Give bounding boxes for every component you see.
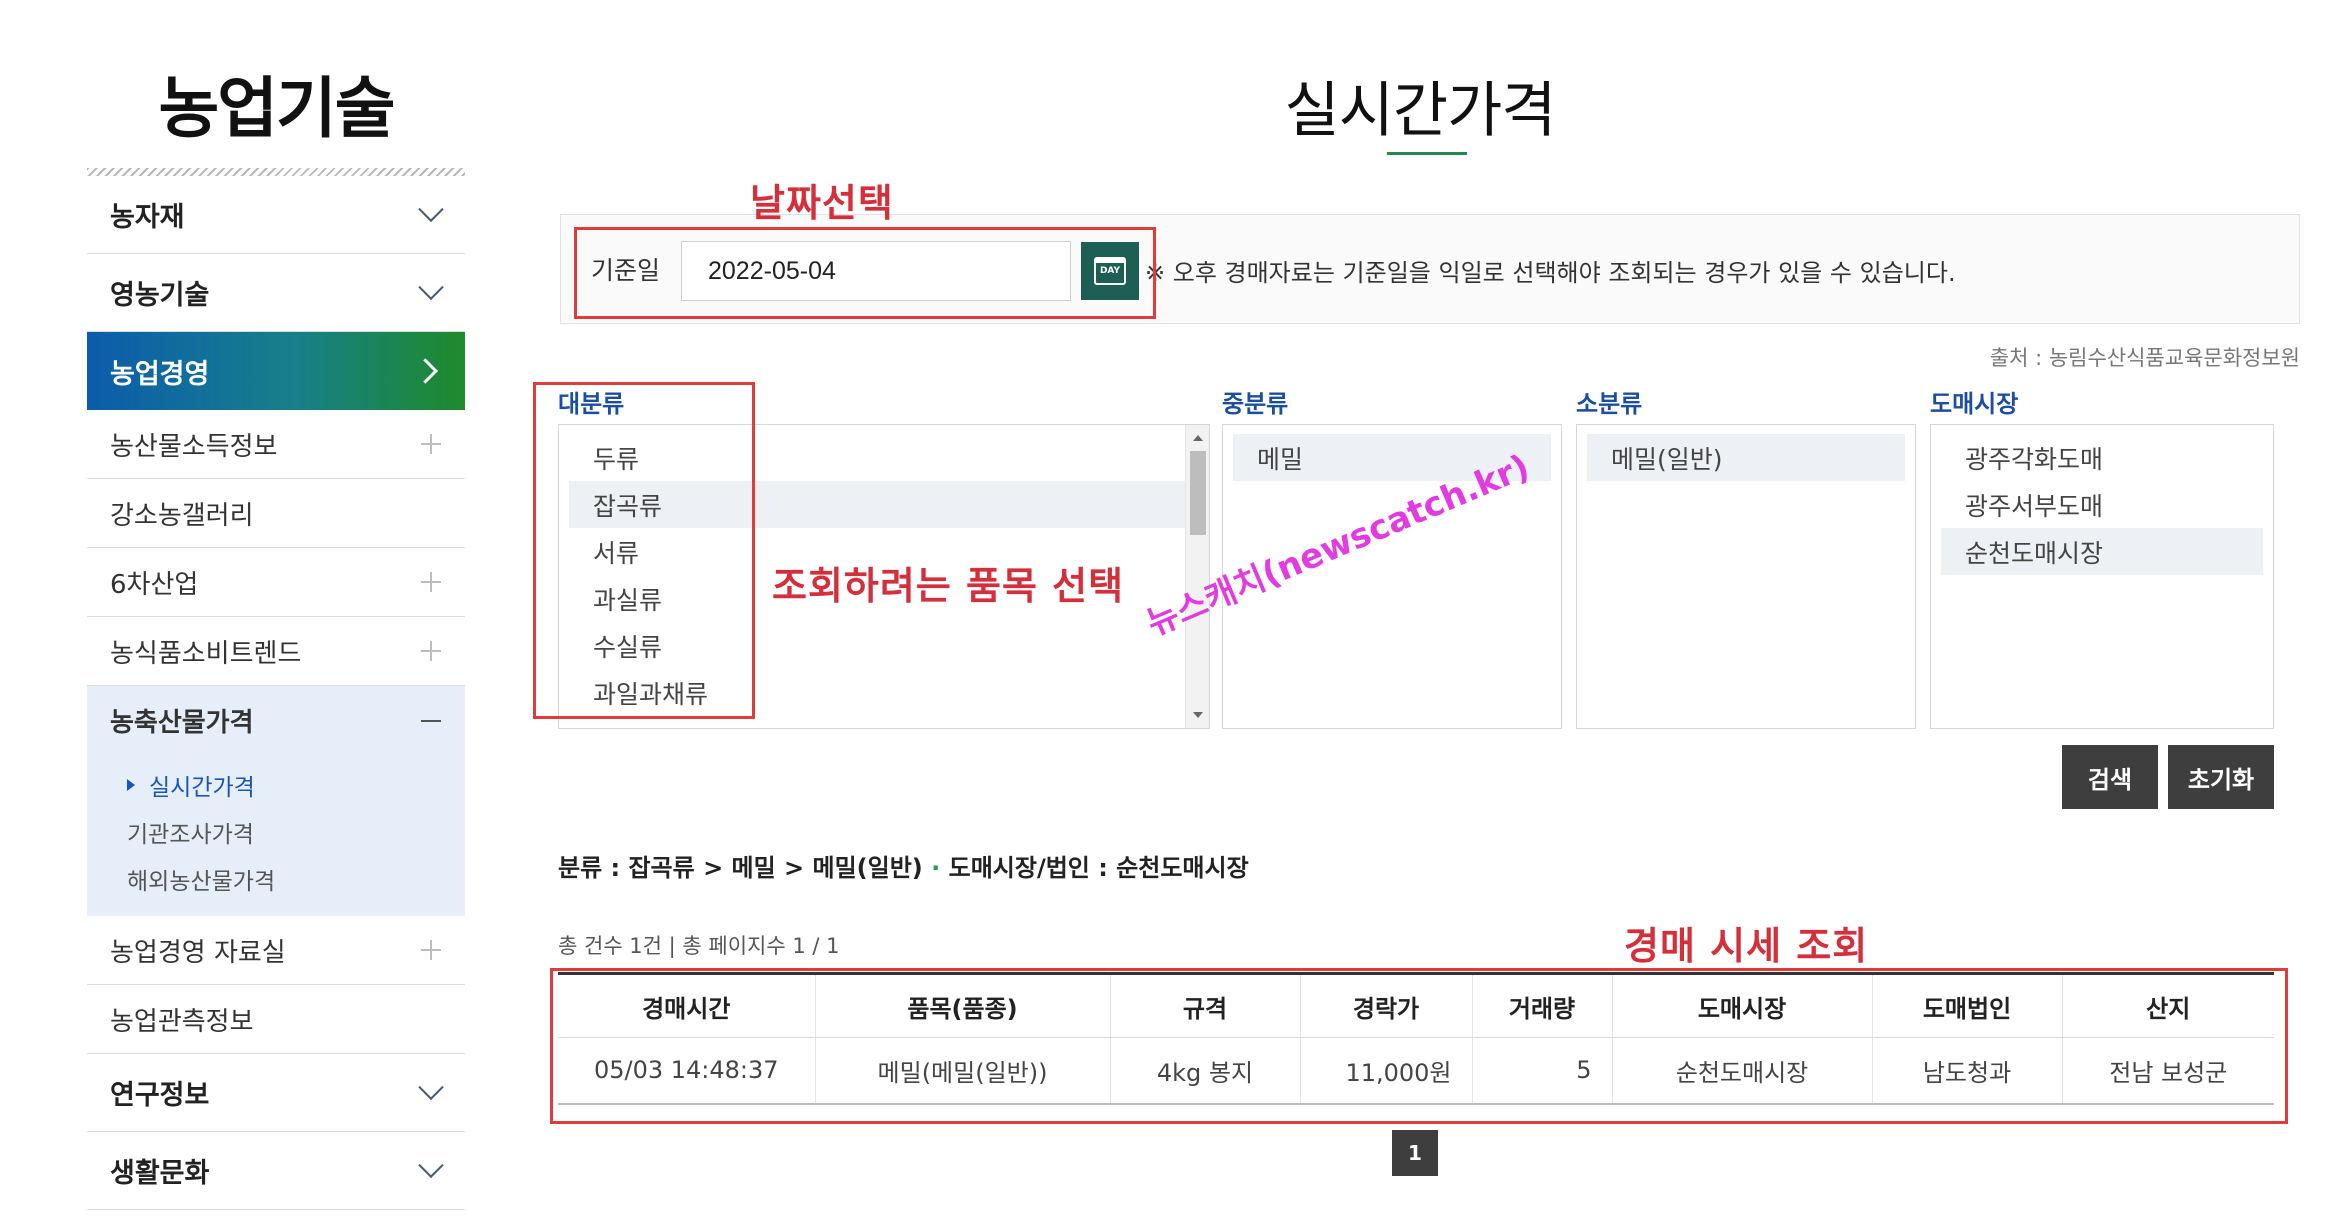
market-header: 도매시장 bbox=[1930, 390, 2019, 418]
sidebar-item-farm-materials[interactable]: 농자재 bbox=[87, 176, 465, 254]
sidebar-menu: 농자재 영농기술 농업경영 농산물소득정보 강소농갤러리 6차산업 농식품소비트… bbox=[87, 176, 465, 1210]
market-list[interactable]: 광주각화도매 광주서부도매 순천도매시장 bbox=[1930, 424, 2274, 729]
scroll-thumb[interactable] bbox=[1190, 451, 1206, 535]
annotation-box-category bbox=[533, 382, 755, 719]
scroll-up-icon[interactable] bbox=[1193, 435, 1203, 441]
sidebar-title: 농업기술 bbox=[158, 70, 396, 147]
sidebar-item-data-room[interactable]: 농업경영 자료실 bbox=[87, 916, 465, 985]
sidebar-submenu: 실시간가격 기관조사가격 해외농산물가격 bbox=[87, 755, 465, 916]
sidebar-item-label: 농산물소득정보 bbox=[110, 431, 278, 462]
annotation-date-select: 날짜선택 bbox=[750, 181, 894, 225]
list-item[interactable]: 광주서부도매 bbox=[1941, 481, 2263, 528]
sidebar-item-6th-industry[interactable]: 6차산업 bbox=[87, 548, 465, 617]
plus-icon[interactable] bbox=[415, 566, 447, 598]
sidebar-item-income-info[interactable]: 농산물소득정보 bbox=[87, 410, 465, 479]
minor-category-header: 소분류 bbox=[1576, 390, 1643, 418]
sidebar-item-farm-management[interactable]: 농업경영 bbox=[87, 332, 465, 410]
submenu-item-label: 해외농산물가격 bbox=[127, 868, 276, 895]
scroll-down-icon[interactable] bbox=[1193, 712, 1203, 718]
breadcrumb-market: 도매시장/법인 : 순천도매시장 bbox=[948, 854, 1249, 882]
sidebar-item-label: 농축산물가격 bbox=[110, 708, 254, 738]
sidebar-item-consumer-trend[interactable]: 농식품소비트렌드 bbox=[87, 617, 465, 686]
plus-icon[interactable] bbox=[415, 428, 447, 460]
sidebar-item-label: 영농기술 bbox=[110, 280, 210, 311]
sidebar-item-label: 농자재 bbox=[110, 202, 185, 233]
sidebar-item-label: 농식품소비트렌드 bbox=[110, 638, 302, 669]
chevron-down-icon[interactable] bbox=[415, 196, 447, 231]
minus-icon[interactable] bbox=[415, 705, 447, 737]
sidebar-item-research[interactable]: 연구정보 bbox=[87, 1054, 465, 1132]
submenu-item-label: 기관조사가격 bbox=[127, 821, 254, 848]
sidebar-item-farming-tech[interactable]: 영농기술 bbox=[87, 254, 465, 332]
annotation-box-table bbox=[550, 968, 2288, 1124]
middle-category-header: 중분류 bbox=[1222, 390, 1289, 418]
list-item-selected[interactable]: 메밀(일반) bbox=[1587, 434, 1905, 481]
submenu-item-agency-price[interactable]: 기관조사가격 bbox=[87, 808, 465, 855]
selection-breadcrumb: 분류 : 잡곡류 > 메밀 > 메밀(일반) · 도매시장/법인 : 순천도매시… bbox=[558, 848, 1249, 883]
search-button[interactable]: 검색 bbox=[2062, 745, 2158, 809]
reset-button[interactable]: 초기화 bbox=[2168, 745, 2274, 809]
sidebar-item-outlook[interactable]: 농업관측정보 bbox=[87, 985, 465, 1054]
annotation-price-lookup: 경매 시세 조회 bbox=[1624, 924, 1869, 968]
sidebar-item-label: 6차산업 bbox=[110, 569, 199, 600]
sidebar-group-prices: 농축산물가격 실시간가격 기관조사가격 해외농산물가격 bbox=[87, 686, 465, 916]
chevron-right-icon[interactable] bbox=[412, 355, 447, 387]
sidebar-item-label: 연구정보 bbox=[110, 1080, 210, 1111]
breadcrumb-category: 분류 : 잡곡류 > 메밀 > 메밀(일반) bbox=[558, 854, 923, 882]
sidebar-divider bbox=[87, 168, 465, 176]
sidebar-item-lifestyle[interactable]: 생활문화 bbox=[87, 1132, 465, 1210]
chevron-down-icon[interactable] bbox=[415, 1074, 447, 1109]
title-underline bbox=[1387, 152, 1467, 155]
sidebar-item-label: 농업경영 자료실 bbox=[110, 937, 286, 968]
submenu-item-overseas-price[interactable]: 해외농산물가격 bbox=[87, 855, 465, 902]
result-count: 총 건수 1건 | 총 페이지수 1 / 1 bbox=[558, 934, 840, 958]
chevron-down-icon[interactable] bbox=[415, 274, 447, 309]
sidebar-item-label: 생활문화 bbox=[110, 1158, 210, 1189]
chevron-down-icon[interactable] bbox=[415, 1152, 447, 1187]
triangle-right-icon bbox=[127, 778, 135, 791]
pagination-page-1[interactable]: 1 bbox=[1392, 1130, 1438, 1176]
sidebar-item-gallery[interactable]: 강소농갤러리 bbox=[87, 479, 465, 548]
sidebar-item-label: 강소농갤러리 bbox=[110, 500, 254, 531]
sidebar-item-livestock-prices[interactable]: 농축산물가격 bbox=[87, 686, 465, 755]
breadcrumb-dot: · bbox=[931, 854, 941, 882]
plus-icon[interactable] bbox=[415, 635, 447, 667]
minor-category-list[interactable]: 메밀(일반) bbox=[1576, 424, 1916, 729]
annotation-item-select: 조회하려는 품목 선택 bbox=[772, 564, 1125, 608]
list-item[interactable]: 광주각화도매 bbox=[1941, 434, 2263, 481]
annotation-box-date bbox=[574, 227, 1156, 319]
date-note: ※ 오후 경매자료는 기준일을 익일로 선택해야 조회되는 경우가 있을 수 있… bbox=[1145, 259, 1956, 287]
list-item-selected[interactable]: 순천도매시장 bbox=[1941, 528, 2263, 575]
plus-icon[interactable] bbox=[415, 934, 447, 966]
page-title: 실시간가격 bbox=[1284, 76, 1557, 146]
submenu-item-realtime-price[interactable]: 실시간가격 bbox=[87, 761, 465, 808]
submenu-item-label: 실시간가격 bbox=[149, 774, 255, 801]
sidebar-item-label: 농업관측정보 bbox=[110, 1006, 254, 1037]
source-credit: 출처 : 농림수산식품교육문화정보원 bbox=[1989, 346, 2300, 370]
